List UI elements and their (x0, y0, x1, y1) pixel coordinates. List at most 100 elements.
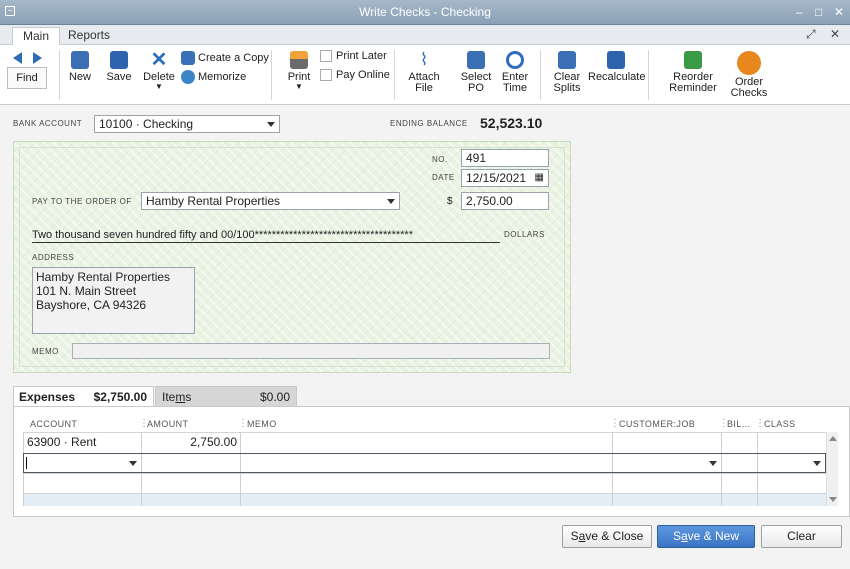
row-account[interactable]: 63900 · Rent (27, 435, 96, 449)
scroll-up-icon[interactable] (829, 436, 837, 441)
date-field[interactable]: 12/15/2021 ▦ (461, 169, 549, 187)
memorize-icon (181, 70, 195, 84)
dollar-sign: $ (447, 196, 453, 207)
bank-account-value: 10100 · Checking (99, 117, 194, 131)
copy-icon (181, 51, 195, 65)
print-button[interactable]: Print ▼ (285, 51, 313, 91)
toolbar-separator (271, 50, 272, 100)
amount-field[interactable]: 2,750.00 (461, 192, 549, 210)
previous-arrow-icon[interactable] (13, 52, 22, 64)
minimize-icon[interactable]: – (796, 5, 803, 19)
column-header-amount[interactable]: AMOUNT (147, 419, 188, 429)
create-copy-label: Create a Copy (198, 51, 269, 64)
grid-scrollbar[interactable] (826, 432, 838, 506)
expand-icon[interactable]: ⤢ (806, 27, 816, 42)
find-button[interactable]: Find (7, 67, 47, 89)
save-new-button[interactable]: Save & New (657, 525, 755, 548)
tab-reports[interactable]: Reports (58, 27, 120, 46)
column-header-customer-job[interactable]: CUSTOMER:JOB (619, 419, 695, 429)
save-label: Save (106, 71, 132, 83)
date-label: DATE (432, 173, 455, 182)
toolbar-separator (540, 50, 541, 100)
payee-dropdown[interactable]: Hamby Rental Properties (141, 192, 400, 210)
clear-button[interactable]: Clear (761, 525, 842, 548)
save-close-button[interactable]: Save & Close (562, 525, 652, 548)
recalculate-label: Recalculate (588, 71, 646, 83)
window-title: Write Checks - Checking (359, 5, 491, 19)
check-no-label: NO. (432, 155, 448, 164)
address-field[interactable]: Hamby Rental Properties 101 N. Main Stre… (32, 267, 195, 334)
save-button[interactable]: Save (105, 51, 133, 83)
tab-expenses[interactable]: Expenses $2,750.00 (13, 386, 154, 407)
print-later-box[interactable] (320, 50, 332, 63)
maximize-icon[interactable]: □ (815, 5, 822, 19)
customer-job-input[interactable] (613, 454, 721, 472)
memo-field[interactable] (72, 343, 550, 359)
grid-line (721, 454, 722, 472)
enter-time-button[interactable]: Enter Time (495, 51, 535, 94)
toolbar-separator (648, 50, 649, 100)
expenses-label: Expenses (19, 390, 76, 404)
chevron-down-icon (267, 122, 275, 127)
grid-empty-row (23, 494, 826, 506)
print-later-checkbox[interactable]: Print Later (320, 50, 387, 63)
class-input[interactable] (758, 454, 825, 472)
column-header-billable[interactable]: BIL... (727, 419, 750, 429)
attach-file-button[interactable]: ⌇ Attach File (404, 51, 444, 94)
save-disk-icon (110, 51, 128, 69)
stopwatch-icon (506, 51, 524, 69)
grid-line (141, 454, 142, 472)
memo-label: MEMO (32, 347, 59, 356)
items-total: $0.00 (259, 390, 290, 404)
memorize-button[interactable]: Memorize (181, 70, 246, 84)
address-line: Bayshore, CA 94326 (36, 298, 147, 312)
reorder-reminder-button[interactable]: Reorder Reminder (667, 51, 719, 94)
new-document-icon (71, 51, 89, 69)
column-header-class[interactable]: CLASS (764, 419, 796, 429)
check-number-field[interactable]: 491 (461, 149, 549, 167)
grid-line (240, 454, 241, 472)
delete-button[interactable]: ✕ Delete ▼ (142, 50, 176, 91)
po-label: PO (468, 82, 484, 94)
recalculate-button[interactable]: Recalculate (588, 51, 646, 83)
column-header-account[interactable]: ACCOUNT (30, 419, 77, 429)
reorder-reminder-icon (684, 51, 702, 69)
pay-online-checkbox[interactable]: Pay Online (320, 69, 390, 82)
calendar-icon[interactable]: ▦ (535, 170, 544, 186)
account-input[interactable] (24, 454, 141, 472)
payee-label: PAY TO THE ORDER OF (32, 197, 132, 206)
pay-online-box[interactable] (320, 69, 332, 82)
chevron-down-icon[interactable] (813, 461, 821, 466)
toolbar-separator (394, 50, 395, 100)
chevron-down-icon[interactable] (709, 461, 717, 466)
new-button[interactable]: New (66, 51, 94, 83)
tab-main[interactable]: Main (12, 27, 61, 46)
create-copy-button[interactable]: Create a Copy (181, 51, 269, 65)
next-arrow-icon[interactable] (33, 52, 42, 64)
bank-account-dropdown[interactable]: 10100 · Checking (94, 115, 280, 133)
file-label: File (415, 82, 433, 94)
close-form-icon[interactable]: ✕ (830, 27, 840, 41)
new-label: New (68, 71, 91, 83)
address-label: ADDRESS (32, 253, 75, 262)
payee-value: Hamby Rental Properties (146, 194, 281, 208)
items-label: Items (162, 390, 192, 404)
print-later-label: Print Later (336, 50, 387, 62)
order-checks-button[interactable]: Order Checks (729, 51, 769, 99)
close-icon[interactable]: ✕ (834, 5, 844, 19)
clear-splits-button[interactable]: Clear Splits (547, 51, 587, 94)
tab-items[interactable]: Items $0.00 (155, 386, 297, 407)
column-header-memo[interactable]: MEMO (247, 419, 277, 429)
address-line: Hamby Rental Properties (36, 270, 171, 284)
select-po-button[interactable]: Select PO (456, 51, 496, 94)
checks-label: Checks (730, 87, 768, 99)
scroll-down-icon[interactable] (829, 497, 837, 502)
address-line: 101 N. Main Street (36, 284, 137, 298)
row-amount[interactable]: 2,750.00 (141, 435, 237, 449)
date-value: 12/15/2021 (466, 171, 527, 185)
expenses-total: $2,750.00 (93, 390, 147, 404)
chevron-down-icon[interactable] (129, 461, 137, 466)
toolbar-separator (59, 50, 60, 100)
calculator-icon (607, 51, 625, 69)
paperclip-icon: ⌇ (419, 50, 429, 69)
